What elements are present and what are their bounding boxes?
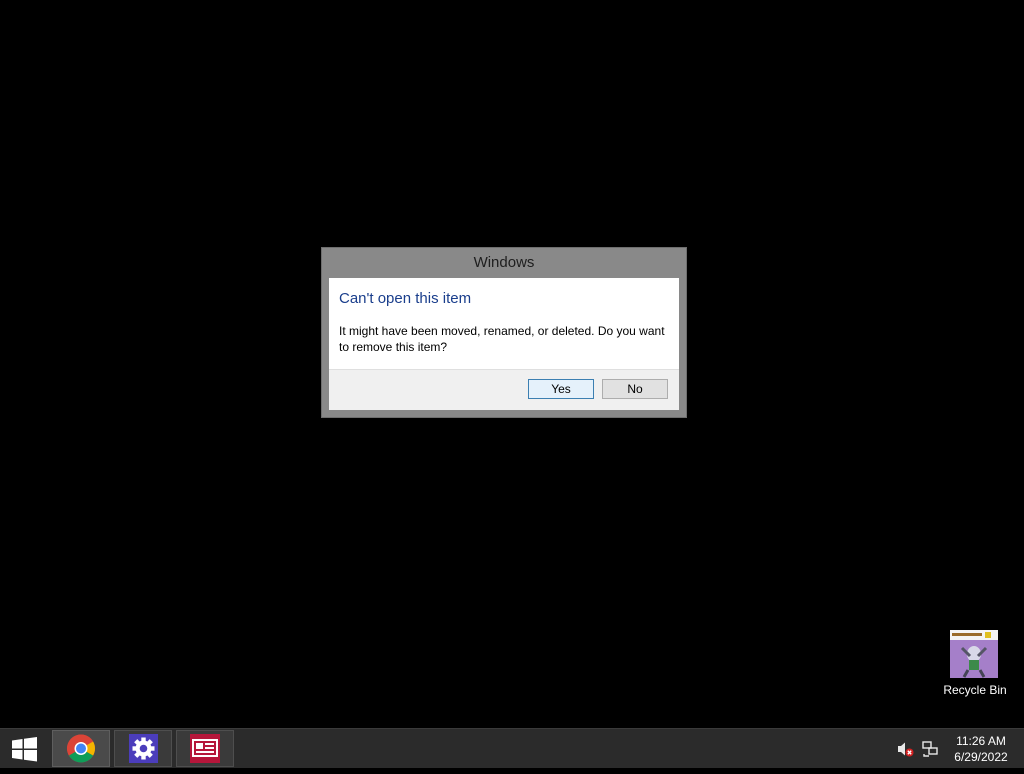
no-button[interactable]: No (602, 379, 668, 399)
desktop-icon-label: Recycle Bin (943, 683, 1007, 697)
taskbar-chrome-button[interactable] (52, 730, 110, 767)
news-icon (190, 734, 220, 763)
chrome-icon (67, 734, 95, 763)
taskbar: 11:26 AM 6/29/2022 (0, 728, 1024, 768)
clock-date: 6/29/2022 (954, 750, 1008, 764)
recycle-bin-icon (950, 630, 998, 678)
desktop-icon-recycle-bin[interactable]: Recycle Bin (940, 628, 1010, 700)
network-icon[interactable] (921, 740, 939, 758)
volume-muted-icon[interactable] (896, 740, 914, 758)
taskbar-settings-button[interactable] (114, 730, 172, 767)
dialog-heading: Can't open this item (339, 290, 472, 307)
dialog-body: Can't open this item It might have been … (329, 278, 679, 410)
error-dialog: Windows Can't open this item It might ha… (321, 247, 687, 418)
start-button[interactable] (0, 729, 48, 769)
desktop: Windows Can't open this item It might ha… (0, 0, 1024, 728)
yes-button[interactable]: Yes (528, 379, 594, 399)
clock-time: 11:26 AM (956, 734, 1006, 748)
dialog-message: It might have been moved, renamed, or de… (339, 324, 665, 354)
dialog-footer: Yes No (329, 369, 679, 410)
windows-logo-icon (12, 737, 37, 762)
taskbar-clock[interactable]: 11:26 AM 6/29/2022 (948, 733, 1014, 765)
gear-icon (129, 734, 158, 763)
taskbar-news-button[interactable] (176, 730, 234, 767)
dialog-title: Windows (473, 254, 535, 271)
